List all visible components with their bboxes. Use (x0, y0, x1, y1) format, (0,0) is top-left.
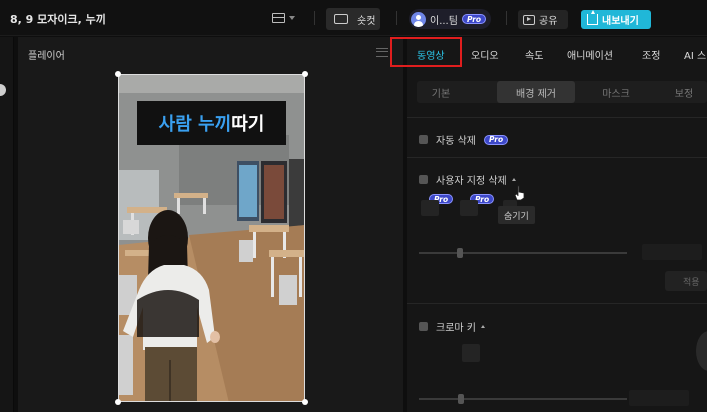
player-panel: 플레이어 사람 누끼 따기 (18, 37, 403, 412)
divider (506, 11, 507, 25)
resize-handle[interactable] (302, 399, 308, 405)
app-window: 8, 9 모자이크, 누끼 숏컷 이...팀 Pro 공유 내보내기 플레이어 … (0, 0, 707, 412)
mouse-cursor-icon (514, 185, 525, 201)
auto-remove-option[interactable]: 자동 삭제 Pro (419, 132, 509, 147)
highlight-box (390, 37, 462, 67)
divider (314, 11, 315, 25)
export-button[interactable]: 내보내기 (581, 10, 651, 29)
divider (407, 157, 707, 158)
floating-action-button[interactable] (696, 331, 707, 371)
tab-adjust[interactable]: 조정 (642, 47, 660, 62)
intensity-value[interactable] (629, 390, 689, 406)
chevron-up-icon[interactable] (511, 178, 516, 181)
eraser-tool-button[interactable] (460, 200, 478, 216)
collapse-handle-icon[interactable] (0, 84, 6, 96)
chroma-key-label: 크로마 키 (436, 323, 476, 334)
layout-icon (272, 13, 285, 23)
menu-icon[interactable] (376, 48, 388, 57)
divider (396, 11, 397, 25)
subtab-basic[interactable]: 기본 (417, 81, 465, 103)
video-caption: 사람 누끼 따기 (137, 101, 286, 145)
project-title: 8, 9 모자이크, 누끼 (10, 13, 106, 26)
keyboard-icon (334, 14, 348, 24)
brush-size-value[interactable] (642, 244, 702, 260)
play-share-icon (523, 14, 535, 25)
user-name: 이...팀 (430, 15, 458, 27)
color-picker-button[interactable] (462, 344, 480, 362)
hide-tooltip: 숨기기 (498, 206, 535, 224)
divider (407, 117, 707, 118)
top-bar: 8, 9 모자이크, 누끼 숏컷 이...팀 Pro 공유 내보내기 (0, 0, 707, 36)
subtab-mask[interactable]: 마스크 (581, 81, 651, 103)
slider-handle[interactable] (458, 394, 464, 404)
resize-handle[interactable] (115, 399, 121, 405)
resize-handle[interactable] (302, 71, 308, 77)
tab-audio[interactable]: 오디오 (471, 47, 499, 62)
intensity-slider[interactable] (419, 398, 627, 400)
custom-remove-option[interactable]: 사용자 지정 삭제 (419, 172, 516, 187)
video-preview[interactable]: 사람 누끼 따기 (118, 74, 305, 402)
apply-button[interactable]: 적용 (665, 271, 707, 291)
chroma-key-checkbox[interactable] (419, 322, 428, 331)
upload-icon (587, 10, 598, 25)
slider-handle[interactable] (457, 248, 463, 258)
properties-panel: 동영상 오디오 속도 애니메이션 조정 AI 스 기본 배경 제거 마스크 보정… (390, 37, 707, 412)
player-title: 플레이어 (28, 51, 65, 62)
player-header: 플레이어 (18, 37, 403, 69)
caption-rest: 따기 (231, 114, 265, 135)
custom-remove-label: 사용자 지정 삭제 (436, 176, 507, 187)
auto-remove-checkbox[interactable] (419, 135, 428, 144)
brush-tool-button[interactable] (421, 200, 439, 216)
property-tabs: 동영상 오디오 속도 애니메이션 조정 AI 스 (390, 37, 707, 69)
share-label: 공유 (539, 16, 558, 27)
tab-animation[interactable]: 애니메이션 (567, 47, 613, 62)
chevron-up-icon[interactable] (480, 325, 485, 328)
export-label: 내보내기 (602, 16, 639, 27)
subtab-remove-background[interactable]: 배경 제거 (497, 81, 575, 103)
auto-remove-label: 자동 삭제 (436, 136, 476, 147)
custom-remove-checkbox[interactable] (419, 175, 428, 184)
left-panel-edge (0, 37, 14, 412)
tab-speed[interactable]: 속도 (525, 47, 543, 62)
user-account-button[interactable]: 이...팀 Pro (409, 9, 491, 29)
divider (407, 303, 707, 304)
resize-handle[interactable] (115, 71, 121, 77)
shortcut-label: 숏컷 (357, 15, 376, 27)
subtab-enhance[interactable]: 보정 (661, 81, 707, 103)
chroma-key-option[interactable]: 크로마 키 (419, 319, 485, 334)
video-subtabs: 기본 배경 제거 마스크 보정 (417, 81, 707, 103)
pro-badge: Pro (483, 134, 509, 145)
avatar (411, 11, 426, 27)
tab-ai[interactable]: AI 스 (684, 47, 706, 62)
chevron-down-icon (289, 16, 295, 20)
brush-size-slider[interactable] (419, 252, 627, 254)
caption-highlight: 사람 누끼 (158, 114, 232, 135)
pro-badge: Pro (461, 14, 487, 24)
shortcut-button[interactable]: 숏컷 (326, 8, 380, 30)
layout-menu-button[interactable] (272, 10, 302, 26)
share-button[interactable]: 공유 (518, 10, 568, 29)
